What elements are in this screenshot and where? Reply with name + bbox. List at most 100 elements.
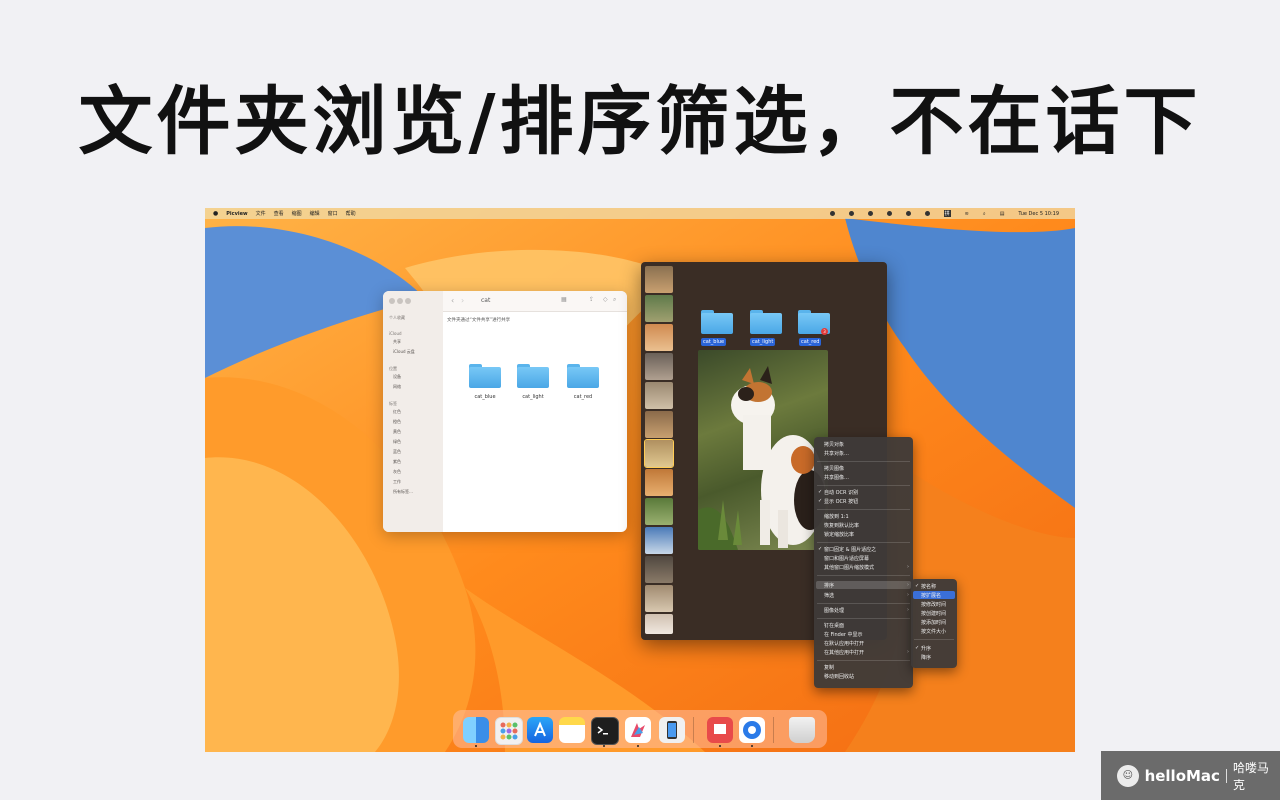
menu-other-zoom-mode[interactable]: 其他窗口图片缩放模式 [824, 564, 874, 571]
wifi-icon[interactable]: ≋ [965, 211, 969, 217]
menu-window-fixed[interactable]: 窗口固定 & 图片适应之 [824, 546, 876, 553]
menu-view[interactable]: 查看 [274, 210, 284, 217]
view-icon[interactable]: ▦ [561, 296, 567, 303]
zoom-button[interactable] [405, 298, 411, 304]
terminal-icon[interactable] [591, 717, 619, 745]
sort-descending[interactable]: 降序 [921, 654, 931, 661]
sort-by-created[interactable]: 按创建时间 [921, 610, 946, 617]
thumbnail[interactable] [645, 295, 673, 322]
sidebar-item[interactable]: 设备 [393, 374, 401, 380]
menu-copy-object[interactable]: 拷贝对象 [824, 441, 844, 448]
menu-copy-image[interactable]: 拷贝图像 [824, 465, 844, 472]
close-button[interactable] [389, 298, 395, 304]
status-icon[interactable] [886, 211, 892, 216]
thumbnail[interactable] [645, 324, 673, 351]
status-icon[interactable] [924, 211, 930, 216]
sort-by-name[interactable]: 按名称 [921, 583, 936, 590]
sidebar-tag-red[interactable]: 红色 [393, 409, 401, 415]
tag-icon[interactable]: ◇ [603, 296, 608, 303]
thumbnail-selected[interactable] [644, 439, 674, 468]
folder-icon[interactable] [701, 310, 733, 334]
finder-icon[interactable] [463, 717, 489, 743]
menu-duplicate[interactable]: 复制 [824, 664, 834, 671]
thumbnail[interactable] [645, 585, 673, 612]
notes-icon[interactable] [559, 717, 585, 743]
thumbnail[interactable] [645, 411, 673, 438]
menu-auto-ocr[interactable]: 自动 OCR 识别 [824, 489, 858, 496]
input-method-icon[interactable]: 拼 [943, 210, 951, 217]
menu-clock[interactable]: Tue Dec 5 10:19 [1018, 211, 1059, 217]
trash-icon[interactable] [789, 717, 815, 743]
sidebar-tag-blue[interactable]: 蓝色 [393, 449, 401, 455]
safari-like-icon[interactable] [739, 717, 765, 743]
folder-label[interactable]: cat_red [560, 394, 606, 400]
forward-icon[interactable]: › [461, 296, 464, 305]
menu-share-image[interactable]: 共享图像… [824, 474, 849, 481]
folder-label[interactable]: cat_light [750, 338, 776, 346]
share-icon[interactable]: ⇪ [589, 296, 594, 303]
minimize-button[interactable] [397, 298, 403, 304]
folder-label[interactable]: cat_blue [462, 394, 508, 400]
sidebar-tag-gray[interactable]: 灰色 [393, 469, 401, 475]
thumbnail[interactable] [645, 556, 673, 583]
sidebar-tag-green[interactable]: 绿色 [393, 439, 401, 445]
simulator-icon[interactable] [659, 717, 685, 743]
menu-help[interactable]: 帮助 [346, 210, 356, 217]
menu-open-other-app[interactable]: 在其他应用中打开 [824, 649, 864, 656]
sidebar-item[interactable]: 共享 [393, 339, 401, 345]
sort-by-added[interactable]: 按添加时间 [921, 619, 946, 626]
sidebar-all-tags[interactable]: 所有标签… [393, 489, 413, 495]
menu-lock-zoom[interactable]: 锁定缩放比率 [824, 531, 854, 538]
folder-icon[interactable] [469, 364, 501, 388]
status-icon[interactable] [905, 211, 911, 216]
menu-window[interactable]: 窗口 [328, 210, 338, 217]
menu-sort[interactable]: 排序 [824, 582, 834, 589]
sidebar-tag-work[interactable]: 工作 [393, 479, 401, 485]
menu-fit-screen[interactable]: 窗口和图片适应屏幕 [824, 555, 869, 562]
sort-by-size[interactable]: 按文件大小 [921, 628, 946, 635]
status-icon[interactable] [829, 211, 835, 216]
menu-zoom-1-1[interactable]: 缩放到 1:1 [824, 513, 849, 520]
cat-photo[interactable] [698, 350, 828, 550]
thumbnail[interactable] [645, 353, 673, 380]
launchpad-icon[interactable] [495, 717, 523, 745]
picview-icon[interactable] [625, 717, 651, 743]
folder-label[interactable]: cat_red [799, 338, 822, 346]
thumbnail[interactable] [645, 469, 673, 496]
menu-reset-zoom[interactable]: 恢复到默认比率 [824, 522, 859, 529]
thumbnail[interactable] [645, 382, 673, 409]
sidebar-item[interactable]: 网络 [393, 384, 401, 390]
menu-file[interactable]: 文件 [256, 210, 266, 217]
thumbnail[interactable] [645, 498, 673, 525]
thumbnail[interactable] [645, 266, 673, 293]
search-icon[interactable]: ⌕ [613, 296, 616, 304]
menu-pin-desktop[interactable]: 钉在桌面 [824, 622, 844, 629]
sidebar-tag-yellow[interactable]: 黄色 [393, 429, 401, 435]
menu-edit[interactable]: 编辑 [310, 210, 320, 217]
sidebar-tag-orange[interactable]: 橙色 [393, 419, 401, 425]
sort-ascending[interactable]: 升序 [921, 645, 931, 652]
status-icon[interactable] [848, 211, 854, 216]
status-icon[interactable] [867, 211, 873, 216]
folder-icon[interactable] [750, 310, 782, 334]
apple-icon[interactable]: ● [213, 210, 218, 217]
app-store-icon[interactable] [527, 717, 553, 743]
back-icon[interactable]: ‹ [451, 296, 454, 305]
sort-by-extension[interactable]: 按扩展名 [921, 592, 941, 599]
folder-label[interactable]: cat_light [510, 394, 556, 400]
menu-open-default-app[interactable]: 在默认应用中打开 [824, 640, 864, 647]
menu-image-processing[interactable]: 图像处理 [824, 607, 844, 614]
thumbnail[interactable] [645, 614, 673, 634]
thumbnail[interactable] [645, 527, 673, 554]
menu-share-object[interactable]: 共享对象… [824, 450, 849, 457]
folder-icon[interactable] [517, 364, 549, 388]
menu-thumbnail[interactable]: 缩图 [292, 210, 302, 217]
search-icon[interactable]: ⌕ [983, 211, 986, 217]
menu-app-name[interactable]: Picview [226, 211, 247, 217]
menu-move-to-trash[interactable]: 移动到回收站 [824, 673, 854, 680]
sort-by-modified[interactable]: 按修改时间 [921, 601, 946, 608]
sidebar-tag-purple[interactable]: 紫色 [393, 459, 401, 465]
folder-icon[interactable] [567, 364, 599, 388]
folder-label[interactable]: cat_blue [701, 338, 727, 346]
control-center-icon[interactable]: ▤ [1000, 211, 1005, 217]
